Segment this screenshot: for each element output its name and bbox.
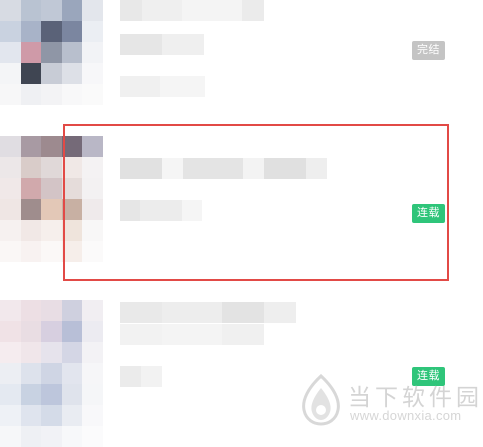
title-blurred-2 (120, 324, 264, 345)
highlight-box (63, 124, 449, 281)
watermark-site-name: 当下软件园 (348, 384, 483, 410)
status-badge: 完结 (412, 41, 445, 60)
watermark-url: www.downxia.com (350, 408, 462, 423)
downxia-logo-icon (302, 374, 340, 426)
author-blurred (120, 366, 162, 387)
list-item[interactable]: 完结 (0, 0, 483, 120)
title-blurred (120, 0, 264, 21)
desc-blurred (120, 76, 205, 97)
book-cover-pixelated (0, 0, 103, 105)
watermark: 当下软件园 www.downxia.com (298, 372, 479, 432)
author-blurred (120, 34, 204, 55)
book-cover-pixelated (0, 300, 103, 447)
title-blurred (120, 302, 296, 323)
